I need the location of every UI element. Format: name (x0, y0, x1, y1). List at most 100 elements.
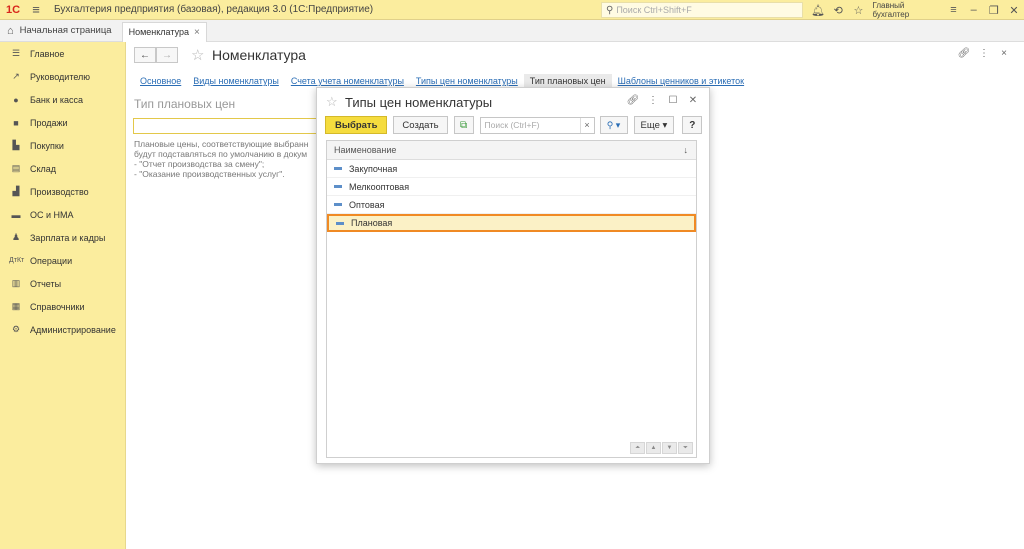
table-scroll-controls: ⏶ ▲ ▼ ⏷ (629, 442, 693, 454)
global-search-placeholder: Поиск Ctrl+Shift+F (616, 5, 692, 15)
dialog-toolbar: Выбрать Создать ⧉ Поиск (Ctrl+F) × ⚲ ▾ Е… (325, 116, 703, 134)
book-icon: ▦ (11, 301, 21, 311)
dialog-close-icon[interactable]: ✕ (683, 95, 703, 106)
select-button[interactable]: Выбрать (325, 116, 388, 134)
tab-home[interactable]: ⌂ Начальная страница (0, 20, 122, 42)
close-window-icon[interactable]: ✕ (1004, 0, 1024, 20)
price-types-table: Наименование ↓ Закупочная Мелкооптовая О… (326, 140, 697, 458)
scroll-last-icon[interactable]: ⏷ (678, 442, 693, 454)
copy-icon[interactable]: ⧉ (453, 116, 474, 134)
sidebar-item-label: Зарплата и кадры (30, 232, 106, 243)
more-actions-icon[interactable]: ⋮ (974, 48, 994, 59)
table-row-selected[interactable]: Плановая (327, 214, 696, 232)
subtab-planned-price-type[interactable]: Тип плановых цен (523, 74, 612, 88)
restore-icon[interactable]: ❐ (984, 0, 1004, 20)
cart-icon: ▙ (12, 140, 20, 150)
bag-icon: ■ (13, 117, 19, 128)
global-search-input[interactable]: ⚲ Поиск Ctrl+Shift+F (601, 2, 803, 18)
sidebar-item-manager[interactable]: ↗ Руководителю (0, 65, 125, 88)
help-button[interactable]: ? (682, 116, 703, 134)
sidebar-item-label: Операции (30, 255, 73, 266)
row-item-icon (334, 167, 342, 170)
dialog-maximize-icon[interactable]: ☐ (663, 95, 683, 106)
planned-price-type-field[interactable] (133, 118, 321, 134)
sidebar-item-bank[interactable]: ● Банк и касса (0, 88, 125, 111)
sidebar-item-label: Банк и касса (30, 94, 83, 105)
open-tabs-bar: ⌂ Начальная страница Номенклатура × (0, 20, 1024, 42)
person-icon: ♟ (11, 232, 21, 242)
dialog-search-input[interactable]: Поиск (Ctrl+F) × (479, 116, 595, 134)
hint-line: Плановые цены, соответствующие выбранн (134, 139, 309, 149)
search-icon: ⚲ (606, 4, 614, 16)
sidebar-item-sales[interactable]: ■ Продажи (0, 111, 125, 134)
create-button[interactable]: Создать (393, 116, 448, 134)
column-header-name[interactable]: Наименование ↓ (327, 141, 696, 160)
table-row[interactable]: Закупочная (327, 160, 696, 178)
close-tab-icon[interactable]: × (194, 27, 200, 38)
favorite-star-icon[interactable]: ☆ (191, 46, 204, 64)
home-icon: ⌂ (7, 24, 14, 37)
dialog-search-placeholder: Поиск (Ctrl+F) (484, 120, 540, 130)
subtab-nomenclature-types[interactable]: Виды номенклатуры (187, 74, 285, 88)
minimize-icon[interactable]: – (964, 0, 984, 20)
sidebar-item-label: Производство (30, 186, 89, 197)
dialog-link-icon[interactable]: 🔗︎ (623, 95, 643, 106)
subtab-accounts[interactable]: Счета учета номенклатуры (285, 74, 410, 88)
subtab-main[interactable]: Основное (134, 74, 187, 88)
sidebar-item-label: Покупки (30, 140, 64, 151)
sidebar-item-purchases[interactable]: ▙ Покупки (0, 134, 125, 157)
sidebar-item-operations[interactable]: ДтКт Операции (0, 249, 125, 272)
hint-text: Плановые цены, соответствующие выбранн б… (134, 139, 320, 179)
sidebar-item-reports[interactable]: ▥ Отчеты (0, 272, 125, 295)
user-name[interactable]: Главный бухгалтер (872, 1, 937, 19)
back-button[interactable]: ← (134, 47, 156, 63)
tab-nomenclature[interactable]: Номенклатура × (121, 21, 207, 42)
main-menu-icon[interactable]: ≡ (26, 0, 46, 20)
row-label: Оптовая (349, 199, 385, 210)
trend-icon: ↗ (12, 71, 20, 81)
search-options-button[interactable]: ⚲ ▾ (599, 116, 628, 134)
more-button[interactable]: Еще ▾ (633, 116, 675, 134)
dialog-title: Типы цен номенклатуры (345, 95, 493, 110)
logo-1c-icon: 1С (5, 3, 21, 16)
sidebar-item-label: Руководителю (30, 71, 91, 82)
page-title: Номенклатура (212, 47, 306, 63)
settings-menu-icon[interactable]: ≡ (943, 0, 963, 20)
scroll-first-icon[interactable]: ⏶ (630, 442, 645, 454)
sidebar-item-warehouse[interactable]: ▤ Склад (0, 157, 125, 180)
notifications-bell-icon[interactable]: 🔔︎ (808, 0, 828, 20)
close-form-icon[interactable]: × (994, 48, 1014, 59)
sidebar-item-label: Продажи (30, 117, 68, 128)
gear-icon: ⚙ (11, 324, 21, 334)
history-icon[interactable]: ⟲ (828, 0, 848, 20)
sidebar-item-references[interactable]: ▦ Справочники (0, 295, 125, 318)
table-row[interactable]: Мелкооптовая (327, 178, 696, 196)
sidebar-item-assets[interactable]: ▬ ОС и НМА (0, 203, 125, 226)
menu-icon: ☰ (11, 48, 21, 58)
scroll-down-icon[interactable]: ▼ (662, 442, 677, 454)
row-label: Плановая (351, 218, 393, 228)
sidebar-item-admin[interactable]: ⚙ Администрирование (0, 318, 125, 341)
favorites-star-icon[interactable]: ☆ (848, 0, 868, 20)
section-title: Тип плановых цен (134, 97, 236, 111)
form-subtabs: Основное Виды номенклатуры Счета учета н… (134, 74, 750, 88)
table-row[interactable]: Оптовая (327, 196, 696, 214)
more-button-label: Еще (640, 119, 660, 131)
scroll-up-icon[interactable]: ▲ (646, 442, 661, 454)
row-item-icon (334, 203, 342, 206)
link-icon[interactable]: 🔗︎ (954, 48, 974, 59)
tab-nomenclature-label: Номенклатура (128, 27, 189, 37)
sidebar-item-production[interactable]: ▟ Производство (0, 180, 125, 203)
truck-icon: ▬ (11, 209, 21, 220)
subtab-price-types[interactable]: Типы цен номенклатуры (410, 74, 524, 88)
sidebar-item-salary[interactable]: ♟ Зарплата и кадры (0, 226, 125, 249)
sidebar-item-label: ОС и НМА (30, 209, 74, 220)
factory-icon: ▟ (12, 186, 20, 196)
dialog-more-icon[interactable]: ⋮ (643, 95, 663, 106)
dialog-favorite-star-icon[interactable]: ☆ (326, 94, 338, 110)
subtab-label-templates[interactable]: Шаблоны ценников и этикеток (612, 74, 750, 88)
sidebar-item-main[interactable]: ☰ Главное (0, 42, 125, 65)
title-bar: 1С ≡ Бухгалтерия предприятия (базовая), … (0, 0, 1024, 20)
clear-search-icon[interactable]: × (579, 117, 594, 133)
forward-button[interactable]: → (156, 47, 178, 63)
